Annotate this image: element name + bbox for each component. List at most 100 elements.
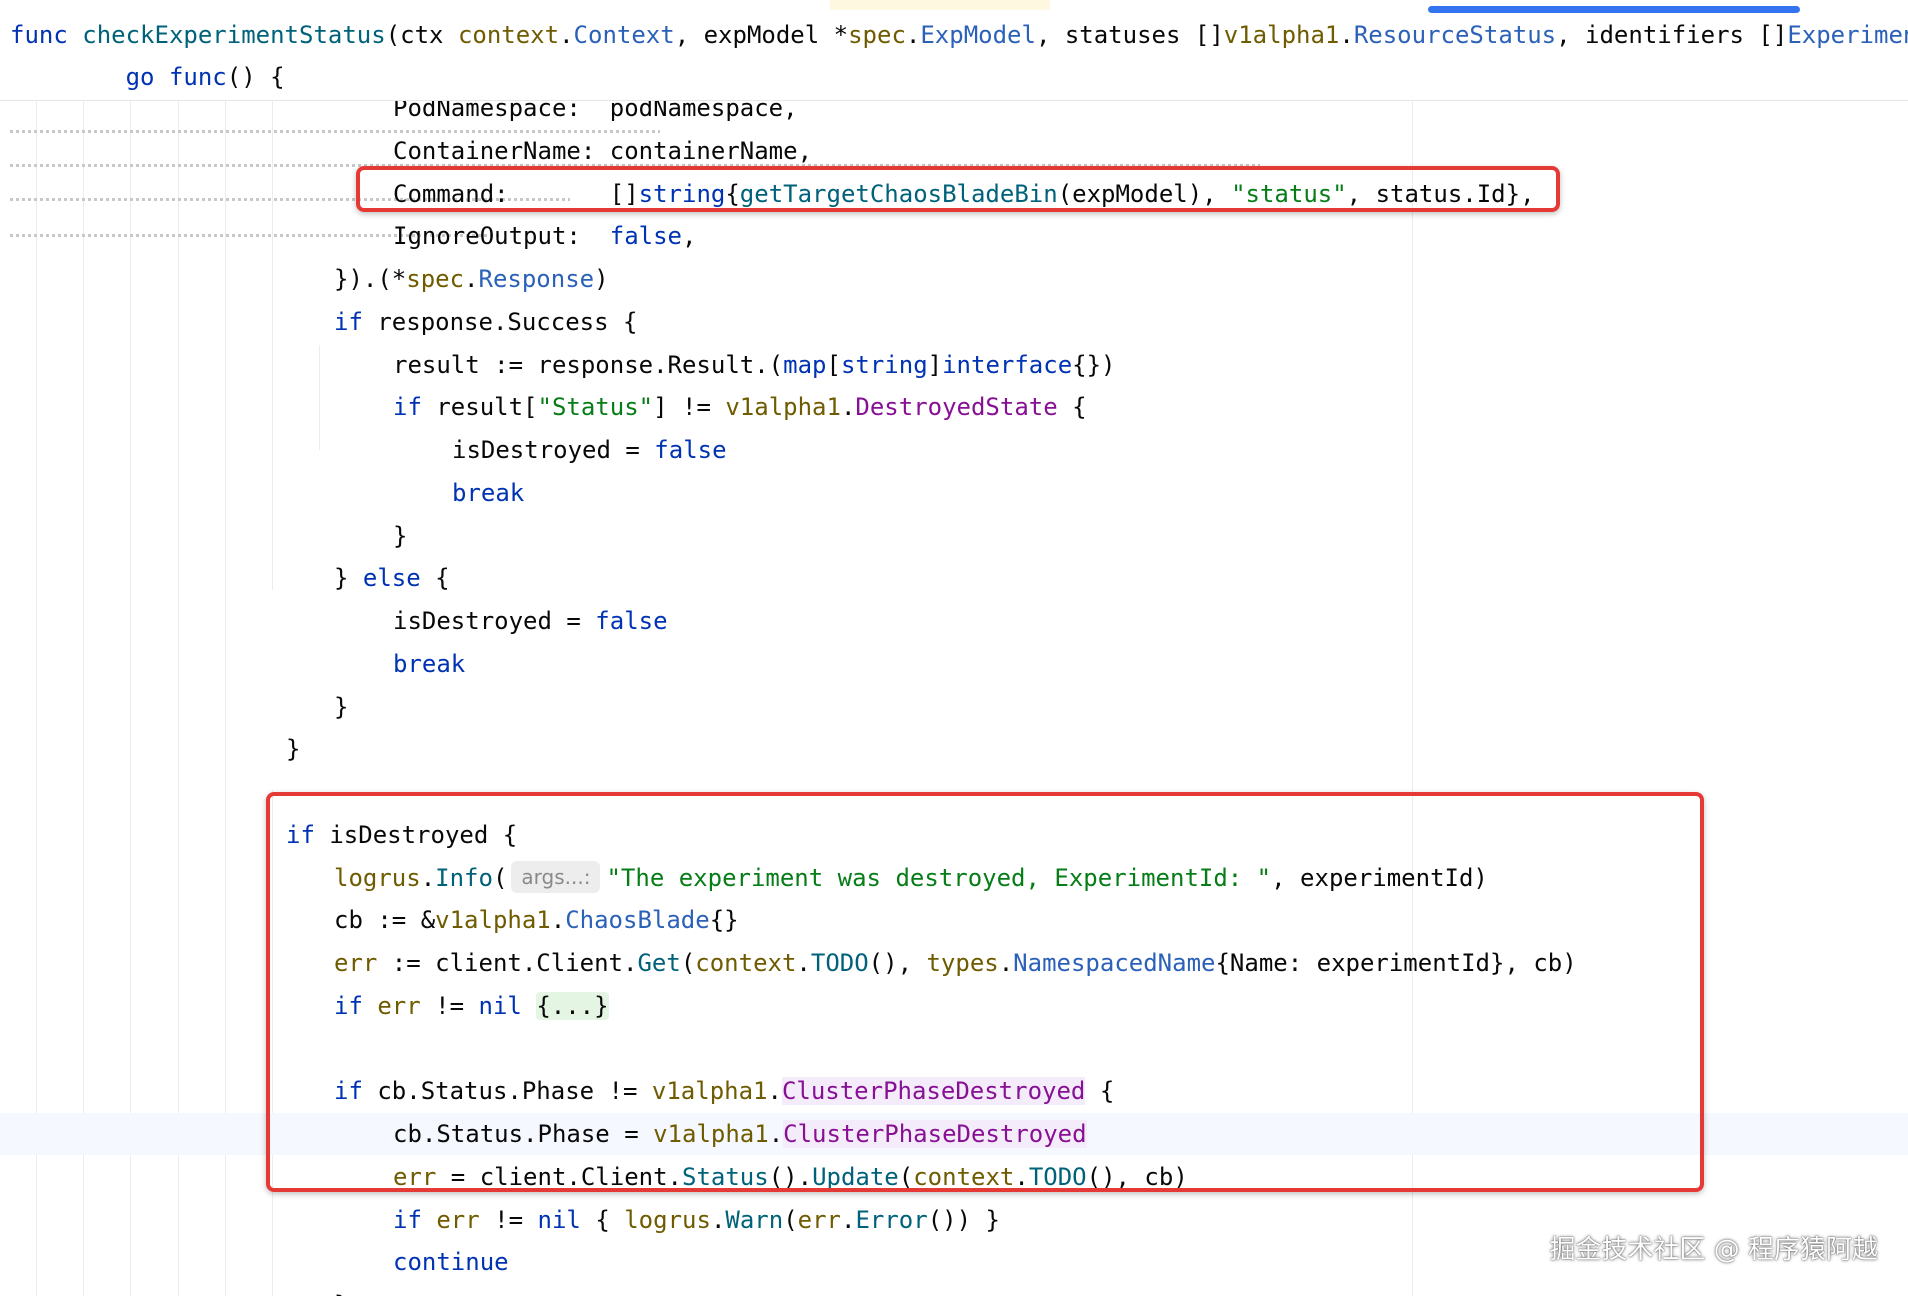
code-line[interactable]: result := response.Result.(map[string]in… (0, 344, 1908, 386)
code-line[interactable]: if cb.Status.Phase != v1alpha1.ClusterPh… (0, 1070, 1908, 1112)
sticky-line-function-signature[interactable]: func checkExperimentStatus(ctx context.C… (10, 14, 1908, 56)
code-token: . (1339, 21, 1354, 49)
code-token: if (393, 393, 422, 422)
code-line[interactable]: } (0, 1284, 1908, 1296)
code-token: [ (826, 350, 841, 379)
code-token: { (1057, 393, 1087, 422)
code-token: err (377, 991, 421, 1020)
code-token: if (334, 307, 363, 336)
code-token: () { (226, 63, 285, 91)
code-token: nil (537, 1205, 581, 1234)
code-token: "The experiment was destroyed, Experimen… (606, 863, 1272, 892)
code-line-content: cb := &v1alpha1.ChaosBlade{} (334, 899, 739, 941)
code-line[interactable]: } else { (0, 557, 1908, 599)
code-token: } (393, 521, 408, 550)
code-line[interactable]: if isDestroyed { (0, 814, 1908, 856)
code-token: . (840, 393, 856, 422)
code-line-content: PodNamespace: podNamespace, (393, 100, 798, 129)
code-line-content: } else { (334, 557, 450, 599)
code-token: Command: [] (393, 179, 639, 208)
code-token: if (393, 1205, 422, 1234)
code-token: } (286, 735, 301, 764)
code-line[interactable]: if err != nil {...} (0, 985, 1908, 1027)
code-line[interactable]: } (0, 728, 1908, 770)
code-token: ) (594, 265, 609, 293)
code-line-content: if result["Status"] != v1alpha1.Destroye… (393, 386, 1087, 428)
code-line[interactable]: err = client.Client.Status().Update(cont… (0, 1156, 1908, 1198)
code-token: { (1085, 1077, 1115, 1106)
code-line[interactable] (0, 1028, 1908, 1070)
editor-tab-indicator (830, 0, 1050, 10)
code-token: ExpModel (920, 21, 1036, 49)
code-token: func (10, 21, 68, 49)
code-token: . (767, 1077, 782, 1106)
code-token: string (840, 350, 928, 379)
code-token: Error (855, 1205, 928, 1234)
code-token: Experimen (1787, 21, 1908, 49)
code-line-content: continue (393, 1241, 509, 1283)
code-line[interactable]: if result["Status"] != v1alpha1.Destroye… (0, 386, 1908, 428)
code-line[interactable]: isDestroyed = false (0, 600, 1908, 642)
folded-code-region[interactable]: {...} (536, 991, 609, 1020)
code-line-content: break (452, 472, 524, 514)
code-line[interactable]: err := client.Client.Get(context.TODO(),… (0, 942, 1908, 984)
code-token: Update (812, 1162, 899, 1191)
code-token: false (595, 607, 668, 635)
code-token: err (334, 949, 378, 977)
sticky-line-go-func[interactable]: go func() { (10, 56, 285, 98)
code-token: , experimentId) (1271, 863, 1488, 892)
code-token: . (796, 949, 811, 977)
code-line[interactable]: } (0, 686, 1908, 728)
code-line[interactable]: Command: []string{getTargetChaosBladeBin… (0, 173, 1908, 215)
code-token: Info (435, 863, 493, 892)
code-token: isDestroyed { (314, 820, 518, 849)
code-token: v1alpha1 (725, 393, 841, 422)
code-editor[interactable]: PodNamespace: podNamespace, ContainerName… (0, 100, 1908, 1296)
code-token: } (334, 692, 349, 721)
code-line[interactable]: logrus.Info(args...: "The experiment was … (0, 857, 1908, 899)
code-token: "status" (1231, 179, 1347, 208)
code-token: nil (478, 991, 522, 1020)
code-line[interactable]: break (0, 472, 1908, 514)
code-line-content: ContainerName: containerName, (393, 130, 812, 172)
code-line[interactable]: cb := &v1alpha1.ChaosBlade{} (0, 899, 1908, 941)
code-token: . (841, 1205, 856, 1234)
code-token: . (550, 906, 566, 935)
code-line-content: } (393, 515, 407, 557)
code-token: { (420, 564, 450, 593)
code-token: go (125, 63, 155, 91)
code-token: . (905, 21, 921, 49)
code-line-content: IgnoreOutput: false, (393, 215, 696, 257)
code-line[interactable] (0, 771, 1908, 813)
horizontal-scrollbar-thumb[interactable] (1428, 6, 1800, 13)
code-token: (expModel), (1057, 179, 1232, 208)
code-token: context (695, 949, 797, 977)
code-line[interactable]: if response.Success { (0, 301, 1908, 343)
code-token: v1alpha1 (653, 1120, 769, 1148)
code-line[interactable]: cb.Status.Phase = v1alpha1.ClusterPhaseD… (0, 1113, 1908, 1155)
code-line[interactable]: IgnoreOutput: false, (0, 215, 1908, 257)
code-token: ] (927, 350, 943, 379)
code-token: context (457, 21, 560, 49)
code-token: Context (573, 21, 675, 49)
code-line[interactable]: break (0, 643, 1908, 685)
code-token: ContainerName: containerName, (393, 136, 813, 165)
code-line[interactable]: ContainerName: containerName, (0, 130, 1908, 172)
code-line[interactable]: }).(*spec.Response) (0, 258, 1908, 300)
code-token: } (334, 564, 363, 593)
code-line[interactable]: PodNamespace: podNamespace, (0, 100, 1908, 129)
code-token: (), (868, 949, 927, 977)
code-token: v1alpha1 (435, 906, 551, 935)
code-token: {}) (1072, 350, 1116, 379)
code-token: Get (637, 949, 681, 977)
code-token: break (393, 649, 466, 678)
code-token: , (682, 222, 697, 251)
code-line[interactable]: } (0, 515, 1908, 557)
code-token: , identifiers [] (1556, 21, 1788, 49)
code-token: spec (848, 21, 906, 49)
code-line[interactable]: isDestroyed = false (0, 429, 1908, 471)
code-token: {Name: experimentId}, cb) (1215, 949, 1577, 977)
code-line-content: if response.Success { (334, 301, 637, 343)
code-line-content: if err != nil {...} (334, 985, 609, 1027)
